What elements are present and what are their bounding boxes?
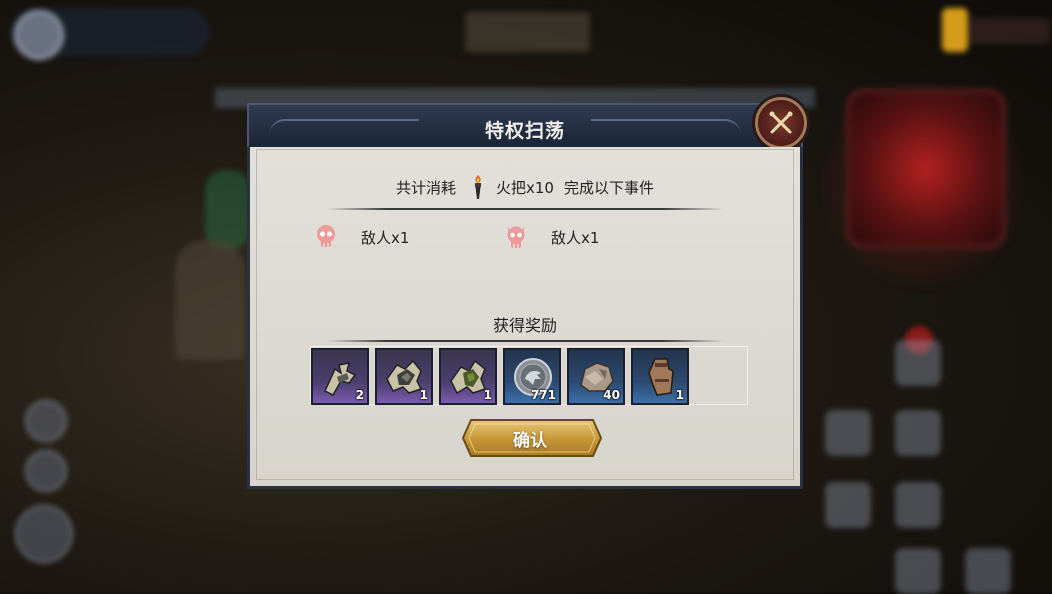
skull-icon <box>317 225 335 247</box>
reward-count: 40 <box>603 388 620 402</box>
cost-prefix: 共计消耗 <box>396 178 457 197</box>
rock-pillar <box>175 240 245 360</box>
currency-icon <box>942 8 968 52</box>
rewards-title: 获得奖励 <box>492 316 557 335</box>
event-enemy-label: 敌人x1 <box>551 228 600 247</box>
horned-skull-icon <box>507 226 525 248</box>
reward-item[interactable]: 40 <box>567 348 625 405</box>
confirm-button[interactable]: 确认 <box>461 418 603 457</box>
side-menu-button <box>25 400 67 442</box>
close-button[interactable] <box>755 97 807 149</box>
map-node <box>825 410 871 456</box>
torch-icon <box>475 175 482 199</box>
map-node <box>965 548 1011 594</box>
event-enemy-label: 敌人x1 <box>361 228 410 247</box>
reward-item[interactable]: 1 <box>439 348 497 405</box>
reward-count: 1 <box>675 388 684 402</box>
map-node <box>895 548 941 594</box>
dialog-header: 特权扫荡 <box>247 103 803 149</box>
cost-line: 共计消耗 火把x10 完成以下事件 <box>257 174 793 200</box>
reward-count: 2 <box>355 388 364 402</box>
event-enemy-1: 敌人x1 <box>315 224 409 250</box>
boss-node <box>845 88 1007 250</box>
reward-count: 1 <box>483 388 492 402</box>
map-node <box>895 410 941 456</box>
stage-title-block <box>465 12 590 52</box>
side-menu-button <box>25 450 67 492</box>
reward-item[interactable]: 2 <box>311 348 369 405</box>
map-node <box>825 482 871 528</box>
reward-count: 1 <box>419 388 428 402</box>
divider <box>327 340 723 342</box>
cost-item: 火把x10 <box>496 178 554 197</box>
currency-bar <box>970 18 1050 44</box>
dialog-title: 特权扫荡 <box>484 120 565 142</box>
reward-item[interactable]: 1 <box>375 348 433 405</box>
green-glow <box>205 170 250 250</box>
map-node <box>895 340 941 386</box>
reward-count: 771 <box>530 388 556 402</box>
privilege-sweep-dialog: 特权扫荡 共计消耗 火把x10 完成以下事件 敌人x1 敌人x1 获得奖励 2 … <box>247 97 807 489</box>
cost-suffix: 完成以下事件 <box>563 178 654 197</box>
reward-list: 2 1 1 771 40 1 <box>310 346 748 405</box>
reward-item[interactable]: 1 <box>631 348 689 405</box>
divider <box>327 208 723 210</box>
dialog-body: 共计消耗 火把x10 完成以下事件 敌人x1 敌人x1 获得奖励 2 1 1 7… <box>247 147 803 489</box>
crossed-swords-close-icon <box>769 111 793 134</box>
reward-item[interactable]: 771 <box>503 348 561 405</box>
confirm-label: 确认 <box>513 431 547 451</box>
event-enemy-2: 敌人x1 <box>505 224 599 250</box>
player-avatar <box>14 10 64 60</box>
side-menu-button <box>15 505 73 563</box>
map-node <box>895 482 941 528</box>
